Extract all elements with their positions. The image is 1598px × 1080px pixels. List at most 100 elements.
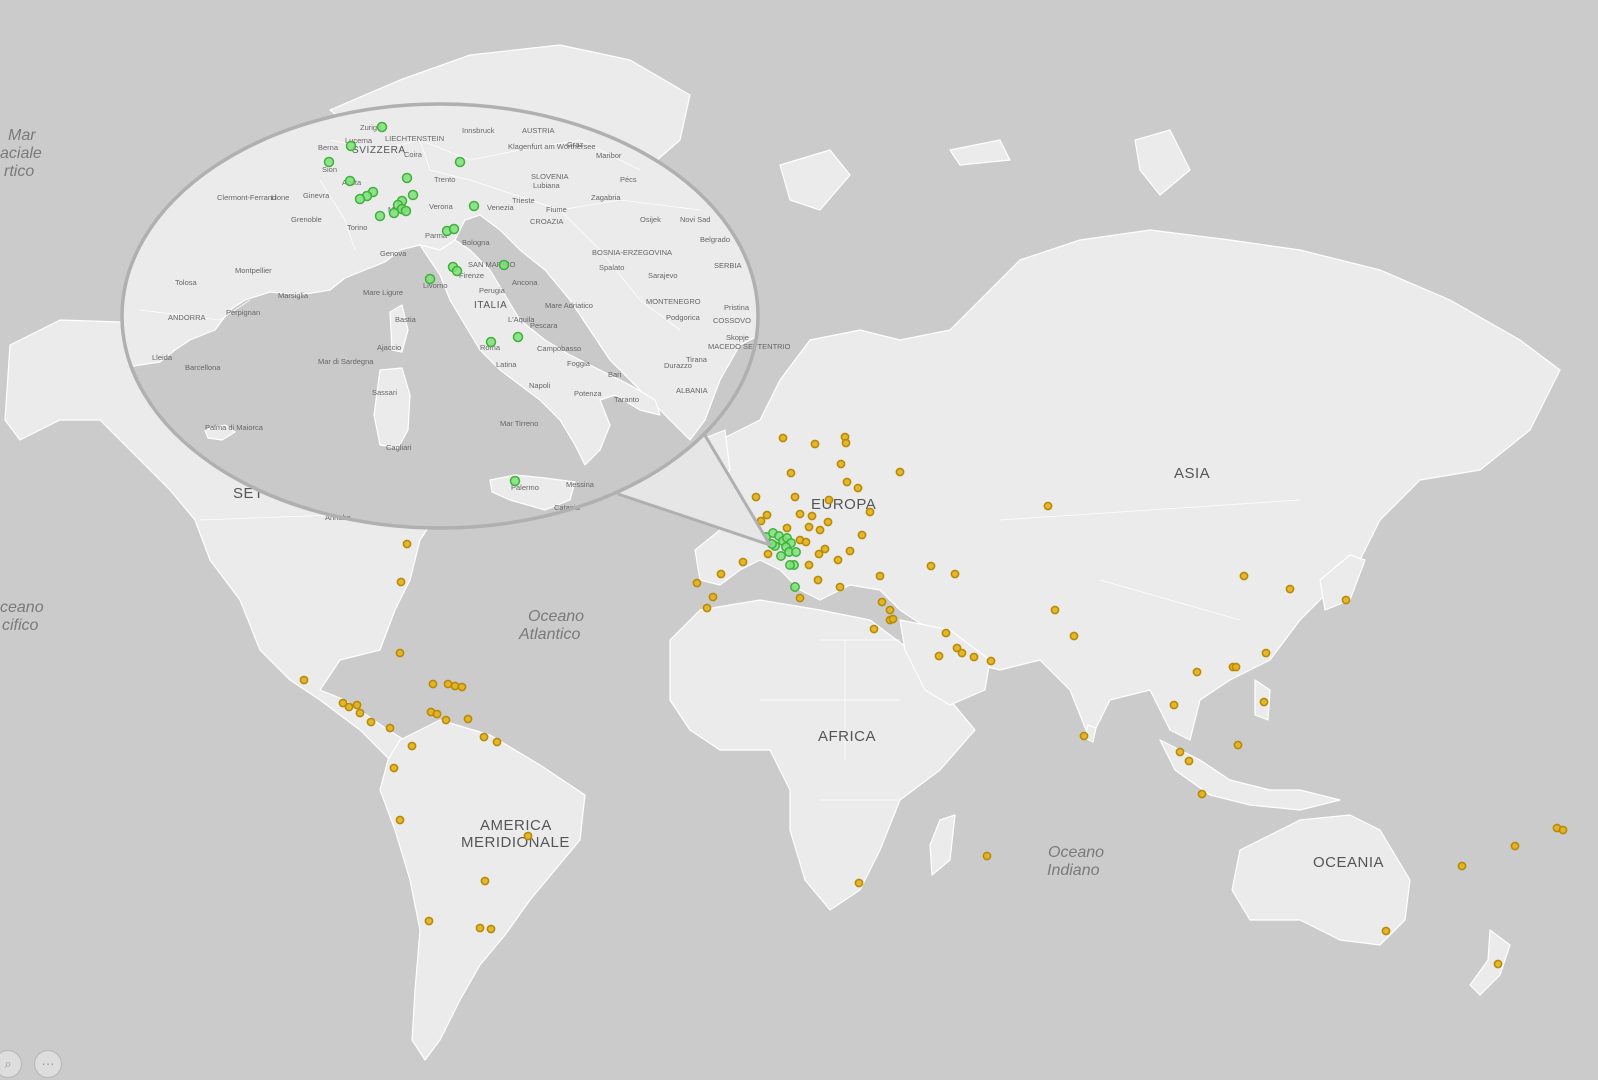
location-marker-orange[interactable]	[865, 507, 875, 517]
location-marker-orange[interactable]	[450, 681, 460, 691]
location-marker-orange[interactable]	[786, 468, 796, 478]
location-marker-orange[interactable]	[479, 732, 489, 742]
location-marker-orange[interactable]	[396, 577, 406, 587]
location-marker-orange[interactable]	[1175, 747, 1185, 757]
location-marker-orange[interactable]	[875, 571, 885, 581]
location-marker-orange[interactable]	[1069, 631, 1079, 641]
location-marker-orange[interactable]	[1457, 861, 1467, 871]
inset-location-marker-green[interactable]	[485, 336, 497, 348]
location-marker-orange[interactable]	[443, 679, 453, 689]
location-marker-orange[interactable]	[1231, 662, 1241, 672]
inset-location-marker-green[interactable]	[451, 265, 463, 277]
inset-location-marker-green[interactable]	[512, 331, 524, 343]
location-marker-orange[interactable]	[778, 433, 788, 443]
location-marker-orange[interactable]	[463, 714, 473, 724]
location-marker-orange[interactable]	[1381, 926, 1391, 936]
location-marker-orange[interactable]	[1079, 731, 1089, 741]
location-marker-orange[interactable]	[1558, 825, 1568, 835]
location-marker-orange[interactable]	[833, 555, 843, 565]
location-marker-orange[interactable]	[941, 628, 951, 638]
location-marker-orange[interactable]	[895, 467, 905, 477]
inset-location-marker-green[interactable]	[374, 210, 386, 222]
location-marker-orange[interactable]	[389, 763, 399, 773]
location-marker-orange[interactable]	[1239, 571, 1249, 581]
location-marker-orange[interactable]	[810, 439, 820, 449]
location-marker-orange[interactable]	[795, 593, 805, 603]
location-marker-orange[interactable]	[1197, 789, 1207, 799]
location-marker-orange[interactable]	[824, 495, 834, 505]
location-marker-orange[interactable]	[814, 549, 824, 559]
inset-location-marker-green[interactable]	[354, 193, 366, 205]
location-marker-orange[interactable]	[1510, 841, 1520, 851]
location-marker-orange[interactable]	[986, 656, 996, 666]
location-marker-green[interactable]	[791, 547, 801, 557]
location-marker-orange[interactable]	[407, 741, 417, 751]
location-marker-orange[interactable]	[1493, 959, 1503, 969]
location-marker-orange[interactable]	[1261, 648, 1271, 658]
location-marker-orange[interactable]	[795, 509, 805, 519]
location-marker-orange[interactable]	[1192, 667, 1202, 677]
location-marker-orange[interactable]	[708, 592, 718, 602]
location-marker-orange[interactable]	[888, 614, 898, 624]
location-marker-orange[interactable]	[1233, 740, 1243, 750]
location-marker-orange[interactable]	[869, 624, 879, 634]
location-marker-orange[interactable]	[807, 511, 817, 521]
inset-location-marker-green[interactable]	[344, 175, 356, 187]
inset-location-marker-green[interactable]	[498, 259, 510, 271]
location-marker-orange[interactable]	[836, 459, 846, 469]
location-marker-orange[interactable]	[969, 652, 979, 662]
location-marker-orange[interactable]	[950, 569, 960, 579]
location-marker-orange[interactable]	[835, 582, 845, 592]
location-marker-orange[interactable]	[853, 483, 863, 493]
location-marker-orange[interactable]	[841, 438, 851, 448]
location-marker-orange[interactable]	[842, 477, 852, 487]
inset-location-marker-green[interactable]	[388, 207, 400, 219]
inset-location-marker-green[interactable]	[376, 121, 388, 133]
location-marker-orange[interactable]	[492, 737, 502, 747]
location-marker-orange[interactable]	[782, 523, 792, 533]
location-marker-orange[interactable]	[857, 530, 867, 540]
location-marker-green[interactable]	[790, 582, 800, 592]
location-marker-orange[interactable]	[957, 648, 967, 658]
location-marker-orange[interactable]	[424, 916, 434, 926]
location-marker-orange[interactable]	[885, 605, 895, 615]
location-marker-orange[interactable]	[428, 679, 438, 689]
location-marker-orange[interactable]	[441, 715, 451, 725]
location-marker-orange[interactable]	[486, 924, 496, 934]
inset-location-marker-green[interactable]	[323, 156, 335, 168]
location-marker-orange[interactable]	[815, 525, 825, 535]
location-marker-orange[interactable]	[344, 702, 354, 712]
location-marker-orange[interactable]	[823, 517, 833, 527]
location-marker-orange[interactable]	[1285, 584, 1295, 594]
inset-location-marker-green[interactable]	[448, 223, 460, 235]
location-marker-orange[interactable]	[926, 561, 936, 571]
location-marker-orange[interactable]	[395, 815, 405, 825]
more-options-button[interactable]: ···	[34, 1050, 62, 1078]
location-marker-orange[interactable]	[299, 675, 309, 685]
location-marker-orange[interactable]	[982, 851, 992, 861]
location-marker-orange[interactable]	[395, 648, 405, 658]
location-marker-green[interactable]	[776, 551, 786, 561]
location-marker-orange[interactable]	[1050, 605, 1060, 615]
location-marker-orange[interactable]	[1341, 595, 1351, 605]
location-marker-orange[interactable]	[1259, 697, 1269, 707]
location-marker-orange[interactable]	[385, 723, 395, 733]
location-marker-orange[interactable]	[804, 560, 814, 570]
inset-location-marker-green[interactable]	[400, 205, 412, 217]
location-marker-orange[interactable]	[475, 923, 485, 933]
location-marker-orange[interactable]	[716, 569, 726, 579]
location-marker-orange[interactable]	[738, 557, 748, 567]
location-marker-orange[interactable]	[432, 709, 442, 719]
inset-location-marker-green[interactable]	[468, 200, 480, 212]
location-marker-orange[interactable]	[790, 492, 800, 502]
inset-location-marker-green[interactable]	[345, 140, 357, 152]
inset-location-marker-green[interactable]	[509, 475, 521, 487]
location-marker-orange[interactable]	[1184, 756, 1194, 766]
inset-location-marker-green[interactable]	[424, 273, 436, 285]
location-marker-orange[interactable]	[352, 700, 362, 710]
location-marker-orange[interactable]	[763, 549, 773, 559]
location-marker-orange[interactable]	[366, 717, 376, 727]
location-marker-orange[interactable]	[877, 597, 887, 607]
location-marker-green[interactable]	[785, 560, 795, 570]
location-marker-orange[interactable]	[813, 575, 823, 585]
